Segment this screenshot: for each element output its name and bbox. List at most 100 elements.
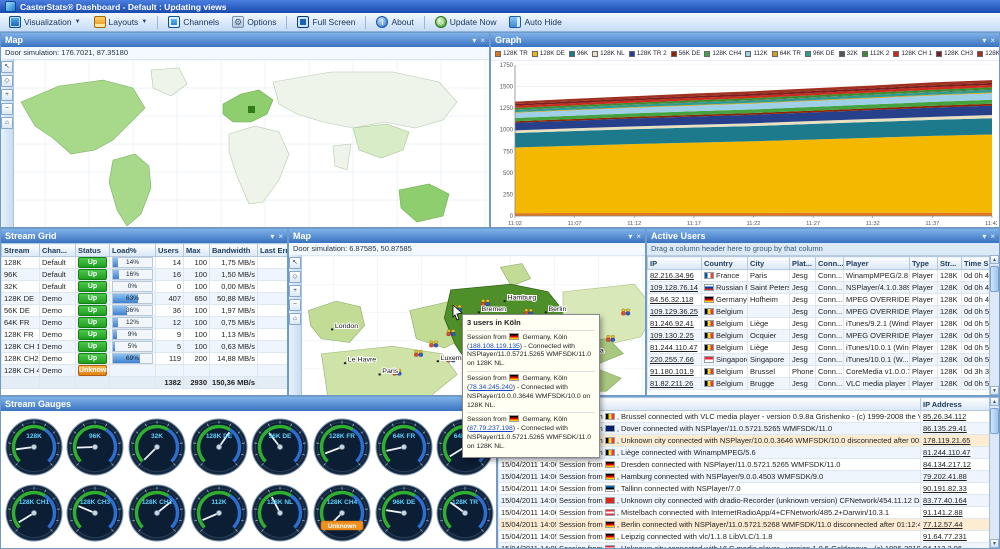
stream-row-128k-ch-4[interactable]: 128K CH 4DemoUnknown [2, 365, 288, 377]
legend-item-128k-ch-1[interactable]: 128K CH 1 [893, 50, 932, 57]
toolbar-button-about[interactable]: About [370, 14, 419, 30]
legend-item-56k-de[interactable]: 56K DE [671, 50, 701, 57]
panel-header-stream-gauges[interactable]: Stream Gauges ▾× [1, 397, 496, 411]
stream-row-56k-de[interactable]: 56K DEDemoUp36%361001,97 MB/s [2, 305, 288, 317]
user-row[interactable]: 220.255.7.66SingaporeSingaporeJesgConn..… [648, 354, 992, 366]
pin-icon[interactable]: ▾ [982, 232, 986, 241]
column-header-ip[interactable]: IP [648, 257, 702, 270]
legend-item-128k-ch3[interactable]: 128K CH3 [936, 50, 973, 57]
column-header-country[interactable]: Country [702, 257, 748, 270]
pin-icon[interactable]: ▾ [270, 232, 274, 241]
stream-row-64k-fr[interactable]: 64K FRDemoUp12%121000,75 MB/s [2, 317, 288, 329]
column-header-time-s[interactable]: Time S... [962, 257, 992, 270]
column-header-chan[interactable]: Chan... [40, 244, 76, 257]
world-map[interactable] [1, 60, 489, 227]
toolbar-button-options[interactable]: Options [226, 14, 282, 30]
legend-item-96k[interactable]: 96K [569, 50, 588, 57]
panel-header-map-world[interactable]: Map ▾× [1, 33, 489, 47]
stream-row-128k-de[interactable]: 128K DEDemoUp63%40765050,88 MB/s [2, 293, 288, 305]
legend-item-112k[interactable]: 112K [745, 50, 767, 57]
toolbar-button-full-screen[interactable]: Full Screen [291, 14, 361, 30]
message-row[interactable]: 15/04/2011 14:05Session from , Unknown c… [499, 543, 991, 549]
message-row[interactable]: 15/04/2011 14:06Session from , Unknown c… [499, 495, 991, 507]
legend-item-32k[interactable]: 32K [839, 50, 858, 57]
active-users-scrollbar[interactable]: ▲ ▼ [989, 255, 999, 395]
column-header-users[interactable]: Users [156, 244, 184, 257]
user-row[interactable]: 91.180.101.9BelgiumBrusselPhoneConn...Co… [648, 366, 992, 378]
legend-item-128k-ch2[interactable]: 128K CH2 [977, 50, 999, 57]
scroll-up-icon[interactable]: ▲ [990, 397, 999, 406]
column-header-city[interactable]: City [748, 257, 790, 270]
stream-row-128k-ch-1[interactable]: 128K CH 1DemoUp5%51000,63 MB/s [2, 341, 288, 353]
toolbar-button-update-now[interactable]: Update Now [429, 14, 503, 30]
column-header-player[interactable]: Player [844, 257, 910, 270]
session-ip-link[interactable]: 87.79.237.198 [469, 425, 512, 432]
message-row[interactable]: 15/04/2011 14:06Session from , Tallinn c… [499, 483, 991, 495]
scroll-thumb[interactable] [990, 266, 999, 292]
column-header-type[interactable]: Type [910, 257, 938, 270]
group-by-hint[interactable]: Drag a column header here to group by th… [647, 243, 999, 256]
session-ip-link[interactable]: 78.34.245.240 [469, 384, 512, 391]
message-row[interactable]: 15/04/2011 14:05Session from , Berlin co… [499, 519, 991, 531]
stream-row-128k[interactable]: 128KDefaultUp14%141001,75 MB/s [2, 257, 288, 269]
column-header-last-errors[interactable]: Last Errors [258, 244, 288, 257]
user-row[interactable]: 82.216.34.96FranceParisJesgConn...Winamp… [648, 270, 992, 282]
message-row[interactable]: 15/04/2011 14:06Session from , Dresden c… [499, 459, 991, 471]
toolbar-button-layouts[interactable]: Layouts▼ [88, 14, 154, 30]
close-icon[interactable]: × [990, 36, 995, 45]
user-row[interactable]: 109.128.76.14Russian Fed...Saint Peters.… [648, 282, 992, 294]
message-row[interactable]: 15/04/2011 14:05Session from , Leipzig c… [499, 531, 991, 543]
close-icon[interactable]: × [990, 232, 995, 241]
pan-tool-button[interactable]: ◇ [1, 75, 13, 87]
legend-item-96k-de[interactable]: 96K DE [805, 50, 835, 57]
pointer-tool-button[interactable]: ↖ [1, 61, 13, 73]
pan-tool-button[interactable]: ◇ [289, 271, 301, 283]
user-row[interactable]: 81.244.110.47BelgiumLiègeJesgConn...iTun… [648, 342, 992, 354]
column-header-ip-address[interactable]: IP Address [921, 398, 991, 411]
stream-row-32k[interactable]: 32KDefaultUp0%01000,00 MB/s [2, 281, 288, 293]
stream-row-128k-ch2[interactable]: 128K CH2DemoUp69%11920014,88 MB/s [2, 353, 288, 365]
zoom-in-tool-button[interactable]: + [1, 89, 13, 101]
user-row[interactable]: 109.130.2.25BelgiumOcquierJesgConn...MPE… [648, 330, 992, 342]
column-header-load[interactable]: Load% [110, 244, 156, 257]
column-header-status[interactable]: Status [76, 244, 110, 257]
toolbar-button-visualization[interactable]: Visualization▼ [3, 14, 87, 30]
scroll-up-icon[interactable]: ▲ [990, 255, 999, 264]
user-row[interactable]: 84.56.32.118GermanyHofheimJesgConn...MPE… [648, 294, 992, 306]
scroll-thumb[interactable] [990, 408, 999, 434]
home-tool-button[interactable]: ⌂ [1, 117, 13, 129]
message-row[interactable]: 15/04/2011 14:06Session from , Mistelbac… [499, 507, 991, 519]
pointer-tool-button[interactable]: ↖ [289, 257, 301, 269]
session-ip-link[interactable]: 188.108.119.135 [469, 343, 520, 350]
legend-item-64k-tr[interactable]: 64K TR [772, 50, 801, 57]
scroll-down-icon[interactable]: ▼ [990, 539, 999, 548]
stream-row-96k[interactable]: 96KDefaultUp16%161001,50 MB/s [2, 269, 288, 281]
home-tool-button[interactable]: ⌂ [289, 313, 301, 325]
column-header-conn[interactable]: Conn... [816, 257, 844, 270]
title-bar[interactable]: CasterStats® Dashboard - Default : Updat… [0, 0, 1000, 13]
message-row[interactable]: 15/04/2011 14:06Session from , Hamburg c… [499, 471, 991, 483]
stream-row-128k-fr[interactable]: 128K FRDemoUp9%91001,13 MB/s [2, 329, 288, 341]
legend-item-112k-2[interactable]: 112K 2 [862, 50, 890, 57]
legend-item-128k-tr-2[interactable]: 128K TR 2 [629, 50, 667, 57]
column-header-stream[interactable]: Stream [2, 244, 40, 257]
legend-item-128k-de[interactable]: 128K DE [532, 50, 565, 57]
panel-header-stream-grid[interactable]: Stream Grid ▾× [1, 229, 287, 243]
column-header-message[interactable]: Message [557, 398, 921, 411]
legend-item-128k-nl[interactable]: 128K NL [592, 50, 625, 57]
user-row[interactable]: 109.129.36.25BelgiumJesgConn...MPEG OVER… [648, 306, 992, 318]
pin-icon[interactable]: ▾ [628, 232, 632, 241]
panel-header-map-germany[interactable]: Map ▾× [289, 229, 645, 243]
close-icon[interactable]: × [636, 232, 641, 241]
pin-icon[interactable]: ▾ [472, 36, 476, 45]
chart-area[interactable]: 0250500750100012501500175011:0211:0711:1… [491, 61, 999, 227]
close-icon[interactable]: × [480, 36, 485, 45]
column-header-bandwidth[interactable]: Bandwidth [210, 244, 258, 257]
panel-header-graph[interactable]: Graph ▾× [491, 33, 999, 47]
zoom-in-tool-button[interactable]: + [289, 285, 301, 297]
user-row[interactable]: 81.82.211.26BelgiumBruggeJesgConn...VLC … [648, 378, 992, 390]
panel-header-active-users[interactable]: Active Users ▾× [647, 229, 999, 243]
user-row[interactable]: 81.246.92.41BelgiumLiègeJesgConn...iTune… [648, 318, 992, 330]
legend-item-128k-tr[interactable]: 128K TR [495, 50, 528, 57]
legend-item-128k-ch4[interactable]: 128K CH4 [704, 50, 741, 57]
